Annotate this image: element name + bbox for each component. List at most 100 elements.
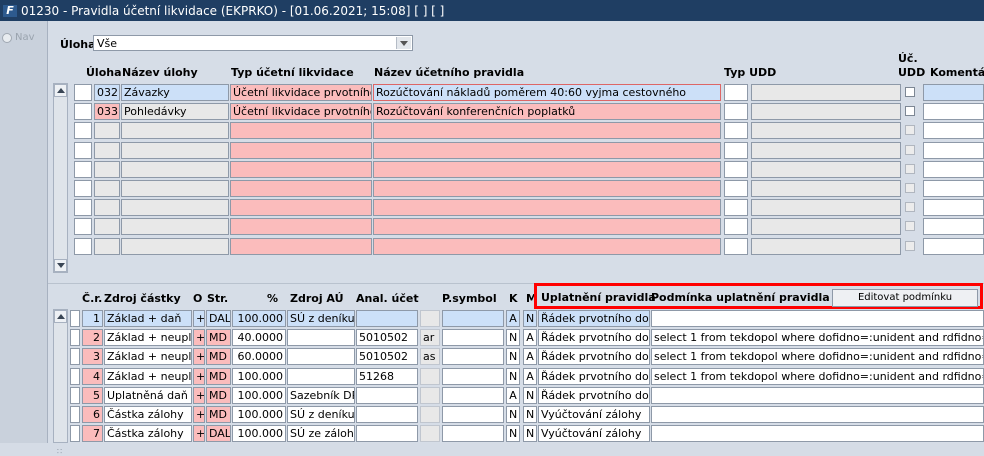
m-cell[interactable]: N [523, 406, 537, 423]
k-cell[interactable]: N [506, 348, 520, 366]
psymbol-cell[interactable] [442, 425, 504, 443]
psymbol-cell[interactable] [442, 386, 504, 404]
nazev-pravidla-cell[interactable]: Rozúčtování nákladů poměrem 40:60 vyjma … [373, 84, 721, 101]
anal-ucet-cell[interactable] [356, 386, 418, 404]
scroll-up-button[interactable] [54, 84, 67, 97]
top-table-scrollbar[interactable] [53, 83, 68, 273]
str-cell[interactable]: DAL [206, 425, 231, 443]
typ-udd-cell[interactable] [724, 218, 748, 236]
anal-ucet-cell[interactable] [356, 406, 418, 423]
o-cell[interactable]: + [193, 310, 205, 327]
k-cell[interactable]: N [506, 329, 520, 347]
uc-udd-checkbox[interactable] [905, 183, 915, 193]
typ-udd-cell[interactable] [724, 122, 748, 140]
str-cell[interactable]: DAL [206, 310, 231, 327]
anal-ucet-cell[interactable] [356, 425, 418, 443]
o-cell[interactable]: + [193, 386, 205, 404]
uplatneni-cell[interactable]: Vyúčtování zálohy [538, 406, 650, 423]
typ-udd-cell[interactable] [724, 160, 748, 178]
uc-udd-checkbox[interactable] [905, 163, 915, 174]
uc-udd-checkbox[interactable] [905, 202, 915, 213]
k-cell[interactable]: N [506, 406, 520, 423]
drag-grip-icon[interactable]: ∷ [57, 447, 63, 456]
m-cell[interactable]: A [523, 367, 537, 385]
cr-cell[interactable]: 7 [82, 425, 103, 443]
nazev-pravidla-cell[interactable]: Rozúčtování konferenčních poplatků [373, 103, 721, 121]
zdroj-castky-cell[interactable]: Částka zálohy [104, 406, 192, 423]
nazev-ulohy-cell[interactable] [121, 237, 229, 255]
uloha-cell[interactable]: 032 [94, 84, 120, 101]
cr-cell[interactable]: 3 [82, 348, 103, 366]
podminka-cell[interactable]: select 1 from tekdopol where dofidno=:un… [651, 348, 984, 366]
zdroj-au-cell[interactable]: SÚ z deníku [287, 310, 355, 327]
edit-condition-button[interactable]: Editovat podmínku [832, 289, 978, 307]
uc-udd-checkbox[interactable] [905, 87, 915, 97]
zdroj-castky-cell[interactable]: Základ + neuplatr [104, 367, 192, 385]
nazev-ulohy-cell[interactable]: Pohledávky [121, 103, 229, 121]
zdroj-au-cell[interactable]: SÚ ze zálohy [287, 425, 355, 443]
podminka-cell[interactable] [651, 310, 984, 327]
nazev-ulohy-cell[interactable] [121, 199, 229, 217]
o-cell[interactable]: + [193, 329, 205, 347]
uloha-cell[interactable] [94, 141, 120, 159]
uloha-cell[interactable] [94, 180, 120, 197]
typ-likvidace-cell[interactable] [230, 141, 372, 159]
pct-cell[interactable]: 100.000 [232, 367, 286, 385]
uplatneni-cell[interactable]: Řádek prvotního dokla [538, 367, 650, 385]
anal-ucet-cell[interactable]: 5010502 [356, 329, 418, 347]
row-selector[interactable] [70, 310, 80, 327]
nazev-ulohy-cell[interactable] [121, 160, 229, 178]
row-selector[interactable] [74, 103, 92, 121]
chevron-down-icon[interactable] [396, 37, 411, 49]
uloha-cell[interactable] [94, 160, 120, 178]
pct-cell[interactable]: 60.0000 [232, 348, 286, 366]
cr-cell[interactable]: 2 [82, 329, 103, 347]
podminka-cell[interactable]: select 1 from tekdopol where dofidno=:un… [651, 329, 984, 347]
nazev-pravidla-cell[interactable] [373, 180, 721, 197]
nazev-ulohy-cell[interactable]: Závazky [121, 84, 229, 101]
o-cell[interactable]: + [193, 348, 205, 366]
komentar-cell[interactable] [923, 218, 984, 236]
nazev-ulohy-cell[interactable] [121, 141, 229, 159]
zdroj-au-cell[interactable]: SÚ z deníku [287, 406, 355, 423]
k-cell[interactable]: N [506, 367, 520, 385]
typ-udd-cell[interactable] [724, 141, 748, 159]
cr-cell[interactable]: 5 [82, 386, 103, 404]
uc-udd-checkbox[interactable] [905, 240, 915, 251]
anal-ucet-cell[interactable] [356, 310, 418, 327]
nazev-ulohy-cell[interactable] [121, 218, 229, 236]
typ-udd-cell[interactable] [724, 237, 748, 255]
o-cell[interactable]: + [193, 406, 205, 423]
uc-udd-checkbox[interactable] [905, 106, 915, 117]
zdroj-castky-cell[interactable]: Základ + daň [104, 310, 192, 327]
row-selector[interactable] [74, 160, 92, 178]
m-cell[interactable]: N [523, 386, 537, 404]
k-cell[interactable]: A [506, 310, 520, 327]
psymbol-cell[interactable] [442, 348, 504, 366]
zdroj-au-cell[interactable] [287, 367, 355, 385]
nazev-ulohy-cell[interactable] [121, 180, 229, 197]
row-selector[interactable] [74, 237, 92, 255]
row-selector[interactable] [70, 406, 80, 423]
uc-udd-checkbox[interactable] [905, 221, 915, 232]
uloha-cell[interactable] [94, 218, 120, 236]
m-cell[interactable]: N [523, 425, 537, 443]
uloha-filter-select[interactable]: Vše [93, 35, 413, 51]
scroll-down-button[interactable] [54, 259, 67, 272]
pct-cell[interactable]: 100.000 [232, 406, 286, 423]
zdroj-castky-cell[interactable]: Základ + neuplatr [104, 348, 192, 366]
uc-udd-checkbox[interactable] [905, 125, 915, 136]
row-selector[interactable] [74, 218, 92, 236]
typ-udd-cell[interactable] [724, 84, 748, 101]
typ-likvidace-cell[interactable] [230, 237, 372, 255]
podminka-cell[interactable] [651, 406, 984, 423]
psymbol-cell[interactable] [442, 329, 504, 347]
typ-likvidace-cell[interactable] [230, 122, 372, 140]
nazev-pravidla-cell[interactable] [373, 160, 721, 178]
row-selector[interactable] [70, 425, 80, 443]
anal-ucet-cell[interactable]: 5010502 [356, 348, 418, 366]
typ-likvidace-cell[interactable] [230, 199, 372, 217]
komentar-cell[interactable] [923, 122, 984, 140]
komentar-cell[interactable] [923, 84, 984, 101]
row-selector[interactable] [70, 386, 80, 404]
